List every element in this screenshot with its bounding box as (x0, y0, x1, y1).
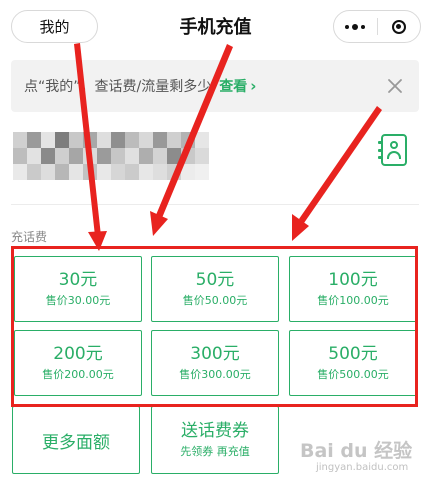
mine-button-label: 我的 (39, 18, 70, 36)
card-amount: 500元 (328, 344, 378, 364)
miniprogram-capsule (333, 10, 421, 43)
watermark-logo: Bai du 经验 (300, 440, 413, 462)
mine-button[interactable]: 我的 (11, 10, 98, 43)
more-button[interactable] (334, 11, 377, 42)
denomination-card[interactable]: 200元 售价200.00元 (14, 330, 142, 396)
contact-book-icon[interactable] (378, 134, 407, 166)
watermark-url: jingyan.baidu.com (316, 462, 409, 473)
more-denominations-button[interactable]: 更多面额 (12, 406, 140, 474)
denomination-card[interactable]: 50元 售价50.00元 (151, 256, 279, 322)
chevron-right-icon: › (250, 77, 257, 95)
card-price: 售价200.00元 (42, 368, 114, 381)
card-amount: 30元 (58, 270, 98, 290)
close-icon[interactable] (385, 76, 405, 96)
coupon-button[interactable]: 送话费券 先领券 再充值 (151, 406, 279, 474)
annotation-arrowhead (150, 211, 168, 236)
coupon-title: 送话费券 (181, 421, 249, 441)
close-miniprogram-button[interactable] (377, 11, 420, 42)
annotation-arrowhead (292, 214, 309, 241)
page-title: 手机充值 (179, 17, 252, 38)
denomination-card[interactable]: 100元 售价100.00元 (289, 256, 417, 322)
phone-number-area (11, 120, 419, 205)
notice-banner: 点“我的”，查话费/流量剩多少 查看 › (11, 60, 419, 112)
top-navigation-bar: 我的 手机充值 (0, 0, 431, 52)
notice-text: 点“我的”，查话费/流量剩多少 (24, 79, 212, 95)
denomination-card[interactable]: 500元 售价500.00元 (289, 330, 417, 396)
denomination-card[interactable]: 300元 售价300.00元 (151, 330, 279, 396)
card-amount: 300元 (190, 344, 240, 364)
view-balance-link[interactable]: 查看 › (219, 76, 256, 96)
card-price: 售价30.00元 (45, 294, 111, 307)
card-amount: 50元 (195, 270, 235, 290)
card-amount: 200元 (53, 344, 103, 364)
more-dots-icon (345, 23, 366, 30)
card-price: 售价300.00元 (179, 368, 251, 381)
annotation-arrowhead (88, 231, 107, 251)
card-amount: 100元 (328, 270, 378, 290)
view-balance-label: 查看 (219, 79, 248, 95)
phone-number-blurred[interactable] (13, 132, 209, 180)
baidu-watermark: Bai du 经验 jingyan.baidu.com (300, 430, 424, 482)
card-price: 售价50.00元 (182, 294, 248, 307)
coupon-subtitle: 先领券 再充值 (180, 445, 250, 458)
section-label-recharge: 充话费 (11, 230, 48, 244)
target-circle-icon (391, 19, 406, 34)
more-denominations-label: 更多面额 (42, 432, 110, 453)
card-price: 售价500.00元 (317, 368, 389, 381)
denomination-card[interactable]: 30元 售价30.00元 (14, 256, 142, 322)
card-price: 售价100.00元 (317, 294, 389, 307)
